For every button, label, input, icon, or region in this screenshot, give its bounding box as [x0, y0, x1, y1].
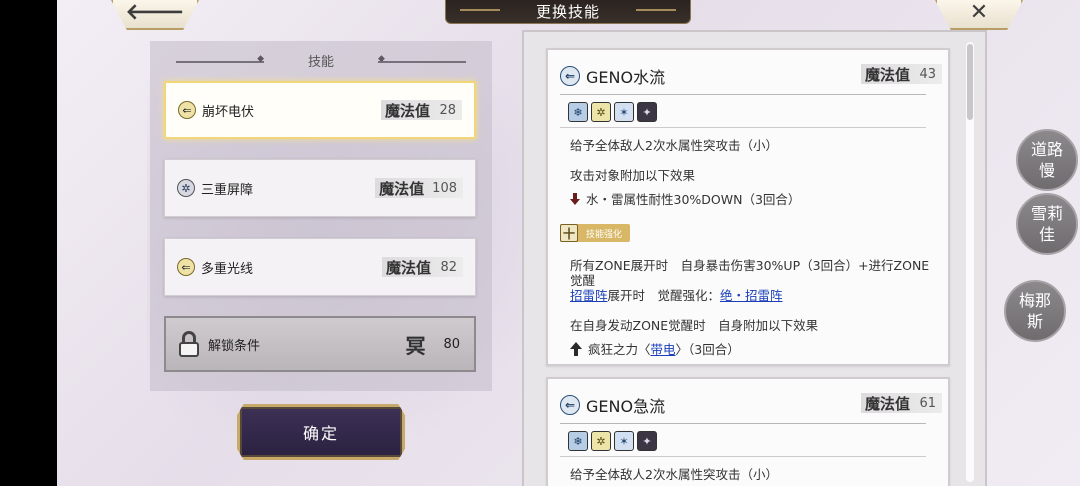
- skill-item-name: 三重屏障: [201, 182, 254, 198]
- back-button[interactable]: 🡐: [111, 0, 199, 30]
- effect-heading: 攻击对象附加以下效果: [570, 168, 696, 183]
- divider: [560, 94, 926, 95]
- zone-effect-text: 所有ZONE展开时 自身暴击伤害30%UP（3回合）+进行ZONE觉醒: [570, 258, 930, 288]
- water-attribute-icon: ❄: [568, 102, 588, 122]
- thunder-attribute-icon: ✲: [591, 431, 611, 451]
- close-button[interactable]: ✕: [935, 0, 1023, 30]
- skill-item-0[interactable]: ⇐ 崩坏电伏 魔法值 28: [164, 81, 476, 139]
- requirement-icon: 冥: [405, 333, 426, 358]
- skill-detail-card: ⇐ GENO水流 魔法值 43 ❄ ✲ ✶ ✦ 给予全体敌人2次水属性突攻击（小…: [546, 48, 950, 366]
- confirm-label: 确定: [302, 424, 339, 443]
- lock-icon: [178, 331, 200, 357]
- thunder-attribute-icon: ✲: [591, 102, 611, 122]
- awaken-pre: 疯狂之力〈: [588, 342, 651, 357]
- zone-awaken-mid: 展开时 觉醒强化：: [607, 288, 721, 303]
- divider: [560, 456, 926, 457]
- skill-item-2[interactable]: ⇐ 多重光线 魔法值 82: [164, 238, 476, 296]
- attribute-tags: ❄ ✲ ✶ ✦: [568, 431, 657, 451]
- party-member-button[interactable]: 雪莉佳: [1016, 193, 1078, 255]
- mp-badge: 魔法值 61: [860, 393, 942, 413]
- pierce-attribute-icon: ✶: [614, 102, 634, 122]
- snowflake-icon: ✲: [177, 179, 195, 197]
- requirement-value: 80: [443, 336, 460, 352]
- unlock-condition-label: 解锁条件: [208, 338, 261, 354]
- pierce-attribute-icon: ✶: [614, 431, 634, 451]
- zone-awaken-line: 招雷阵展开时 觉醒强化：绝・招雷阵: [570, 288, 940, 303]
- skill-item-name: 崩坏电伏: [202, 104, 255, 120]
- mp-badge: 魔法值 82: [381, 257, 463, 277]
- mp-badge: 魔法值 43: [860, 64, 942, 84]
- skill-item-name: 多重光线: [201, 261, 254, 277]
- mp-value: 82: [440, 259, 457, 275]
- water-attribute-icon: ❄: [568, 431, 588, 451]
- party-member-button[interactable]: 梅那斯: [1004, 280, 1066, 342]
- party-member-name: 梅那斯: [1018, 291, 1051, 331]
- effect-line-text: 水・雷属性耐性30%DOWN（3回合）: [586, 192, 801, 207]
- party-member-button[interactable]: 道路慢: [1016, 129, 1078, 191]
- scrollbar-thumb[interactable]: [967, 44, 973, 120]
- ornament-right: [378, 54, 466, 64]
- skill-list-header: 技能: [150, 51, 492, 71]
- mp-badge: 魔法值 108: [375, 178, 463, 198]
- up-arrow-icon: [570, 342, 582, 356]
- party-member-name: 道路慢: [1030, 140, 1063, 180]
- water-wave-icon: ⇐: [560, 395, 580, 415]
- down-arrow-icon: [570, 193, 580, 205]
- party-member-name: 雪莉佳: [1030, 204, 1063, 244]
- thunder-wave-icon: ⇐: [178, 101, 196, 119]
- mp-label: 魔法值: [385, 258, 431, 277]
- game-screen: 🡐 更换技能 ✕ 技能 ⇐ 崩坏电伏 魔法值 28 ✲ 三重屏障 魔法值 108: [57, 0, 1080, 486]
- skill-title: GENO急流: [586, 397, 666, 416]
- confirm-button[interactable]: 确定: [237, 404, 405, 460]
- page-title: 更换技能: [535, 3, 600, 21]
- skill-item-1[interactable]: ✲ 三重屏障 魔法值 108: [164, 159, 476, 217]
- awaken-zone-link[interactable]: 绝・招雷阵: [720, 288, 783, 303]
- card-header: ⇐ GENO急流: [560, 393, 665, 417]
- awaken-post: 〉（3回合）: [675, 342, 740, 357]
- skill-list-heading: 技能: [307, 55, 334, 70]
- skill-description: 给予全体敌人2次水属性突攻击（小）: [570, 138, 778, 153]
- charged-status-link[interactable]: 带电: [651, 342, 676, 357]
- awaken-effect-line: 疯狂之力〈带电〉（3回合）: [570, 342, 940, 357]
- dark-attribute-icon: ✦: [637, 431, 657, 451]
- skill-boost-badge: 十 技能强化: [560, 224, 631, 242]
- skill-detail-card: ⇐ GENO急流 魔法值 61 ❄ ✲ ✶ ✦ 给予全体敌人2次水属性突攻击（小…: [546, 377, 950, 486]
- zone-link[interactable]: 招雷阵: [570, 288, 608, 303]
- skill-description: 给予全体敌人2次水属性突攻击（小）: [570, 467, 778, 482]
- dark-attribute-icon: ✦: [637, 102, 657, 122]
- mp-value: 28: [439, 102, 456, 118]
- water-wave-icon: ⇐: [560, 66, 580, 86]
- ornament-left: [176, 54, 264, 64]
- mp-value: 108: [432, 180, 457, 196]
- divider: [560, 127, 926, 128]
- mp-label: 魔法值: [864, 394, 910, 413]
- skill-title: GENO水流: [586, 68, 666, 87]
- skill-detail-panel[interactable]: ⇐ GENO水流 魔法值 43 ❄ ✲ ✶ ✦ 给予全体敌人2次水属性突攻击（小…: [522, 30, 987, 486]
- card-header: ⇐ GENO水流: [560, 64, 665, 88]
- skill-list-panel: 技能 ⇐ 崩坏电伏 魔法值 28 ✲ 三重屏障 魔法值 108 ⇐ 多重光线 魔…: [150, 41, 492, 391]
- plus-icon: 十: [560, 224, 578, 242]
- effect-line: 水・雷属性耐性30%DOWN（3回合）: [570, 192, 940, 207]
- skill-boost-label: 技能强化: [586, 229, 623, 240]
- divider: [560, 423, 926, 424]
- mp-value: 61: [919, 395, 936, 411]
- mp-label: 魔法值: [379, 179, 425, 198]
- mp-value: 43: [919, 66, 936, 82]
- mp-label: 魔法值: [864, 65, 910, 84]
- awaken-heading: 在自身发动ZONE觉醒时 自身附加以下效果: [570, 318, 819, 333]
- thunder-wave-icon: ⇐: [177, 258, 195, 276]
- back-arrow-icon: 🡐: [125, 0, 185, 25]
- mp-badge: 魔法值 28: [380, 100, 462, 120]
- mp-label: 魔法值: [384, 101, 430, 120]
- locked-skill-slot[interactable]: 解锁条件 冥 80: [164, 316, 476, 372]
- page-title-plate: 更换技能: [445, 0, 691, 24]
- attribute-tags: ❄ ✲ ✶ ✦: [568, 102, 657, 122]
- close-icon: ✕: [969, 0, 989, 25]
